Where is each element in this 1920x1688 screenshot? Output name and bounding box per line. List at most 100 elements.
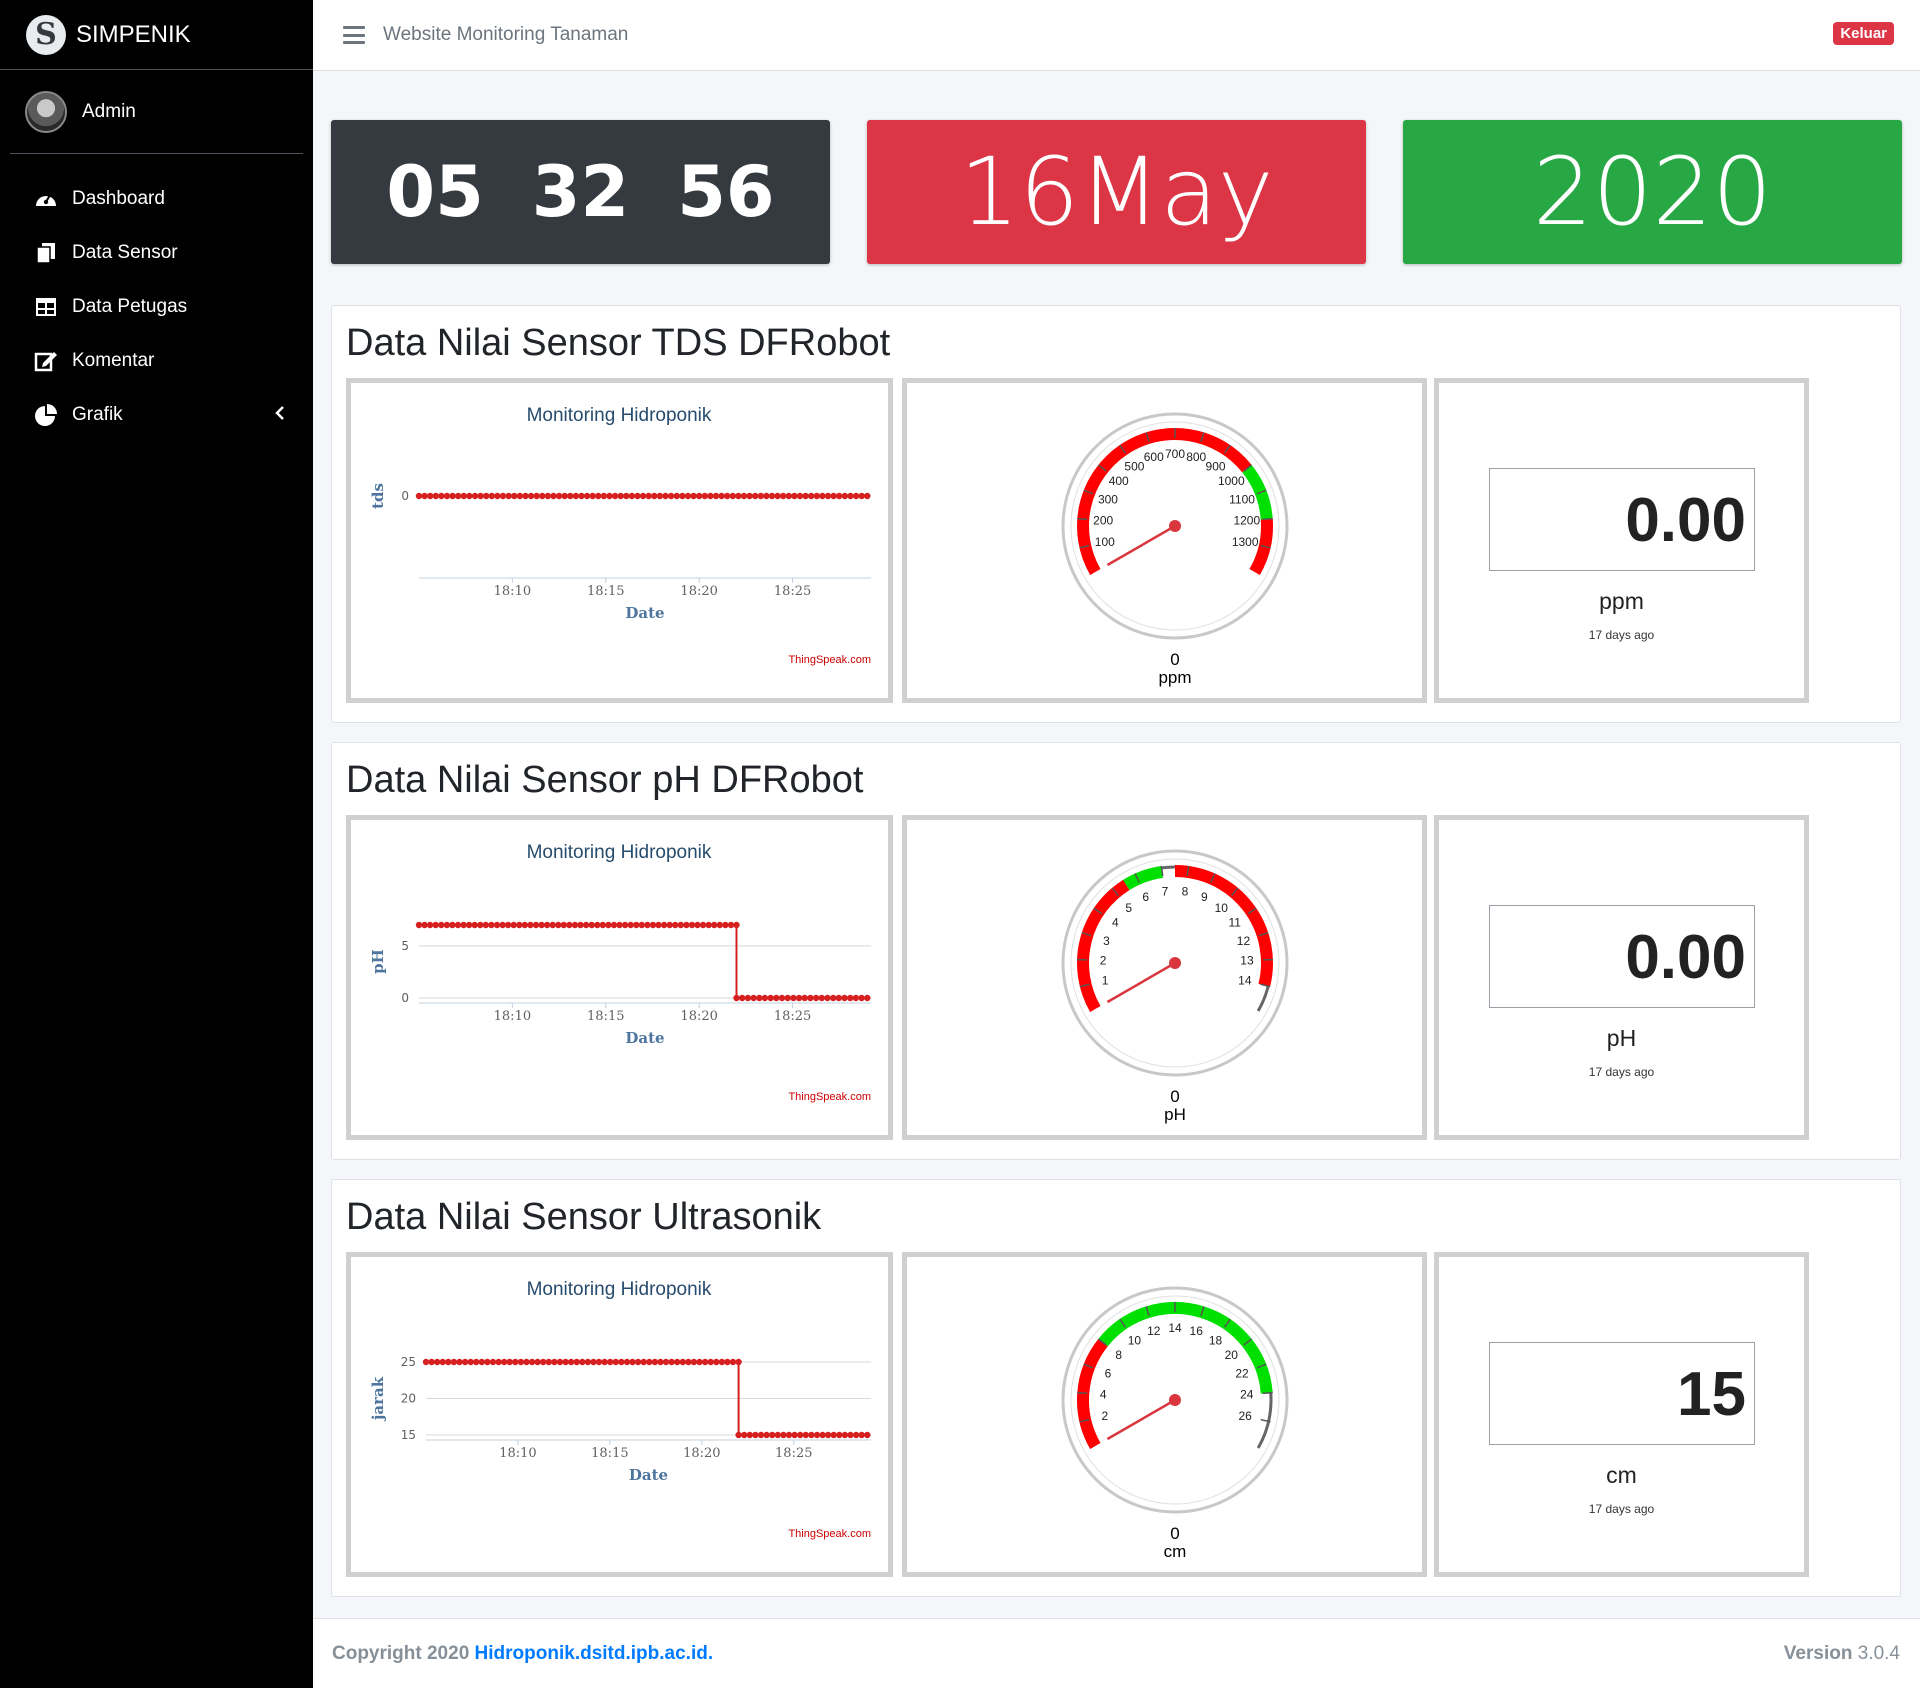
menu-toggle-icon[interactable] bbox=[343, 26, 365, 44]
gauge-tick-label: 12 bbox=[1147, 1324, 1161, 1338]
sidebar-item-data-sensor[interactable]: Data Sensor bbox=[0, 226, 313, 280]
avatar bbox=[25, 90, 67, 133]
data-point bbox=[712, 492, 720, 500]
sidebar-item-data-petugas[interactable]: Data Petugas bbox=[0, 280, 313, 334]
data-point bbox=[594, 921, 601, 929]
sidebar-item-dashboard[interactable]: Dashboard bbox=[0, 172, 313, 226]
data-point bbox=[699, 921, 707, 929]
data-point bbox=[757, 1431, 765, 1439]
data-point bbox=[716, 921, 723, 929]
data-point bbox=[544, 492, 552, 500]
data-point bbox=[729, 1358, 737, 1366]
data-point bbox=[824, 492, 832, 500]
data-point bbox=[634, 492, 641, 500]
gauge-tick-label: 14 bbox=[1238, 973, 1252, 987]
data-point bbox=[421, 492, 428, 500]
gauge-tick-label: 18 bbox=[1209, 1334, 1223, 1348]
data-point bbox=[746, 1431, 753, 1439]
gauge: 24681012 14 1618202224260cm bbox=[1061, 1286, 1289, 1561]
data-point bbox=[623, 492, 630, 500]
sidebar: S SIMPENIK Admin Dashboard Data Sensor D… bbox=[0, 0, 313, 1688]
data-point bbox=[555, 492, 563, 500]
gauge-tick-label: 2 bbox=[1101, 1409, 1108, 1423]
data-point bbox=[784, 994, 791, 1002]
data-point bbox=[672, 921, 679, 929]
y-tick-label: 20 bbox=[401, 1392, 416, 1406]
data-point bbox=[621, 921, 629, 929]
data-point bbox=[579, 1358, 586, 1366]
gauge-tick-label: 5 bbox=[1125, 901, 1132, 915]
line-chart[interactable]: Monitoring Hidroponik 0 18:10 18:15 18:20 18:… bbox=[351, 383, 888, 698]
data-point bbox=[477, 492, 484, 500]
data-point bbox=[465, 921, 473, 929]
data-point bbox=[560, 921, 567, 929]
data-point bbox=[467, 1358, 474, 1366]
data-point bbox=[688, 921, 696, 929]
data-point bbox=[847, 492, 854, 500]
gauge-tick-label: 8 bbox=[1182, 885, 1189, 899]
sidebar-item-komentar[interactable]: Komentar bbox=[0, 334, 313, 388]
pie-chart-icon bbox=[34, 403, 58, 427]
data-point bbox=[656, 492, 664, 500]
x-tick-label: 18:25 bbox=[774, 1009, 811, 1024]
data-point bbox=[438, 492, 445, 500]
x-tick-label: 18:10 bbox=[494, 584, 531, 599]
gauge-tick-label: 12 bbox=[1237, 934, 1251, 948]
data-point bbox=[677, 921, 684, 929]
data-point bbox=[735, 492, 742, 500]
data-point bbox=[600, 492, 608, 500]
data-point bbox=[610, 921, 618, 929]
data-point bbox=[599, 921, 606, 929]
data-point bbox=[655, 921, 662, 929]
data-point bbox=[808, 492, 815, 500]
data-point bbox=[450, 1358, 458, 1366]
data-point bbox=[588, 921, 595, 929]
data-point bbox=[561, 492, 568, 500]
sidebar-item-grafik[interactable]: Grafik bbox=[0, 388, 313, 442]
data-point bbox=[455, 492, 462, 500]
data-point bbox=[707, 492, 714, 500]
data-point bbox=[668, 1358, 675, 1366]
gauge-tick-label: 700 bbox=[1165, 447, 1185, 461]
data-point bbox=[471, 492, 479, 500]
data-point bbox=[735, 1358, 742, 1366]
data-point bbox=[477, 921, 484, 929]
x-axis-label: Date bbox=[625, 1029, 664, 1047]
data-point bbox=[567, 1358, 575, 1366]
tachometer-icon bbox=[34, 187, 58, 211]
data-point bbox=[639, 492, 647, 500]
brand-link[interactable]: S SIMPENIK bbox=[0, 0, 313, 70]
chevron-left-icon[interactable] bbox=[275, 405, 285, 427]
card-title: Data Nilai Sensor pH DFRobot bbox=[346, 759, 864, 801]
sidebar-item-label: Data Petugas bbox=[72, 296, 188, 317]
data-point bbox=[763, 492, 770, 500]
gauge-tick-label: 2 bbox=[1100, 953, 1107, 967]
table-icon bbox=[34, 295, 58, 319]
gauge-tick-label: 1300 bbox=[1232, 535, 1259, 549]
data-point bbox=[739, 994, 746, 1002]
chart-title: Monitoring Hidroponik bbox=[527, 842, 712, 863]
page-title[interactable]: Website Monitoring Tanaman bbox=[383, 24, 628, 46]
data-point bbox=[533, 492, 540, 500]
logout-button[interactable]: Keluar bbox=[1833, 22, 1894, 45]
y-axis-label: pH bbox=[369, 949, 387, 974]
version-label: Version bbox=[1783, 1642, 1853, 1664]
gauge-unit: pH bbox=[1164, 1105, 1186, 1124]
gauge-unit: ppm bbox=[1158, 668, 1191, 687]
date-text: 16May bbox=[959, 137, 1274, 247]
user-panel[interactable]: Admin bbox=[10, 70, 303, 154]
data-point bbox=[538, 921, 545, 929]
data-point bbox=[627, 921, 634, 929]
data-point bbox=[612, 1358, 619, 1366]
gauge-tick-label: 26 bbox=[1239, 1409, 1253, 1423]
line-chart[interactable]: Monitoring Hidroponik 15 20 25 18:10 18:15 18:… bbox=[351, 1257, 888, 1572]
data-point bbox=[761, 994, 769, 1002]
data-point bbox=[494, 492, 501, 500]
data-point bbox=[516, 492, 524, 500]
gauge-tick-label: 6 bbox=[1105, 1367, 1112, 1381]
clock-box: 05 32 56 bbox=[331, 120, 830, 264]
edit-icon bbox=[34, 349, 58, 373]
data-point bbox=[523, 1358, 530, 1366]
site-link[interactable]: Hidroponik.dsitd.ipb.ac.id. bbox=[475, 1643, 714, 1664]
line-chart[interactable]: Monitoring Hidroponik 0 5 18:10 18:15 18:20 18… bbox=[351, 820, 888, 1135]
